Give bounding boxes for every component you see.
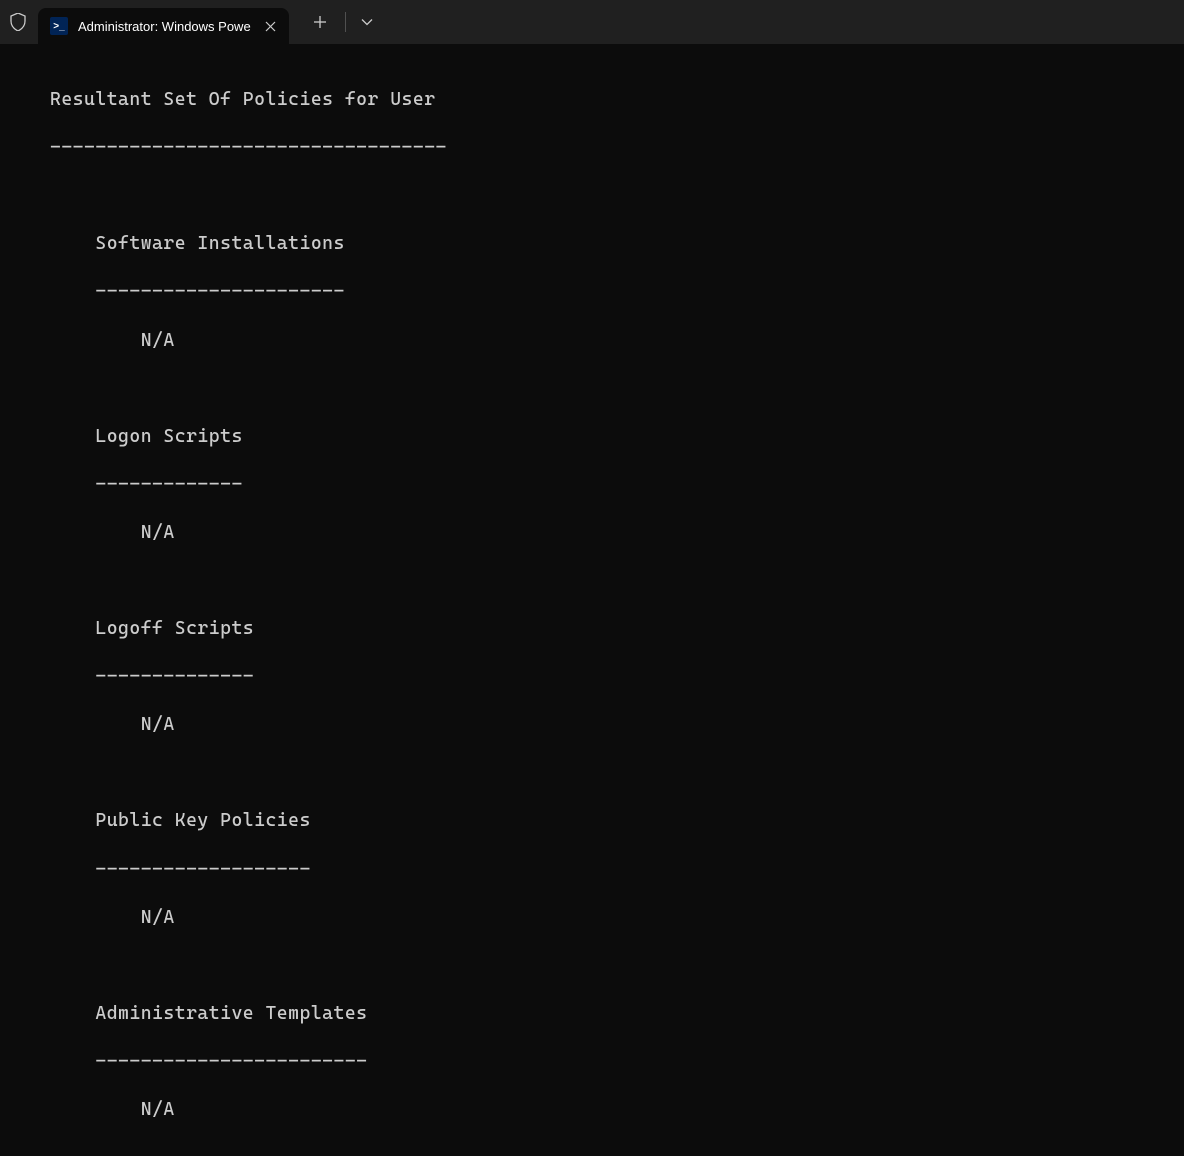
section-title: Logon Scripts bbox=[50, 425, 1174, 449]
section-value: N/A bbox=[50, 521, 1174, 545]
output-blank bbox=[50, 377, 1174, 401]
section-title: Administrative Templates bbox=[50, 1002, 1174, 1026]
section-title: Public Key Policies bbox=[50, 809, 1174, 833]
section-value: N/A bbox=[50, 713, 1174, 737]
output-header-underline: ----------------------------------- bbox=[50, 136, 1174, 160]
section-underline: ------------------- bbox=[50, 858, 1174, 882]
tab-powershell[interactable]: >_ Administrator: Windows Powe bbox=[38, 8, 289, 44]
tab-title: Administrator: Windows Powe bbox=[78, 19, 251, 34]
titlebar: >_ Administrator: Windows Powe bbox=[0, 0, 1184, 44]
shield-icon bbox=[8, 12, 28, 32]
section-underline: -------------- bbox=[50, 665, 1174, 689]
output-blank bbox=[50, 569, 1174, 593]
section-value: N/A bbox=[50, 1098, 1174, 1122]
output-blank bbox=[50, 184, 1174, 208]
section-underline: ---------------------- bbox=[50, 280, 1174, 304]
new-tab-button[interactable] bbox=[305, 7, 335, 37]
output-blank bbox=[50, 954, 1174, 978]
section-value: N/A bbox=[50, 329, 1174, 353]
powershell-icon: >_ bbox=[50, 17, 68, 35]
output-header: Resultant Set Of Policies for User bbox=[50, 88, 1174, 112]
tab-dropdown-button[interactable] bbox=[352, 7, 382, 37]
section-underline: ------------- bbox=[50, 473, 1174, 497]
divider bbox=[345, 12, 346, 32]
section-title: Software Installations bbox=[50, 232, 1174, 256]
close-icon[interactable] bbox=[263, 18, 279, 34]
output-blank bbox=[50, 761, 1174, 785]
section-underline: ------------------------ bbox=[50, 1050, 1174, 1074]
section-value: N/A bbox=[50, 906, 1174, 930]
terminal-output[interactable]: Resultant Set Of Policies for User -----… bbox=[0, 44, 1184, 1156]
section-title: Logoff Scripts bbox=[50, 617, 1174, 641]
